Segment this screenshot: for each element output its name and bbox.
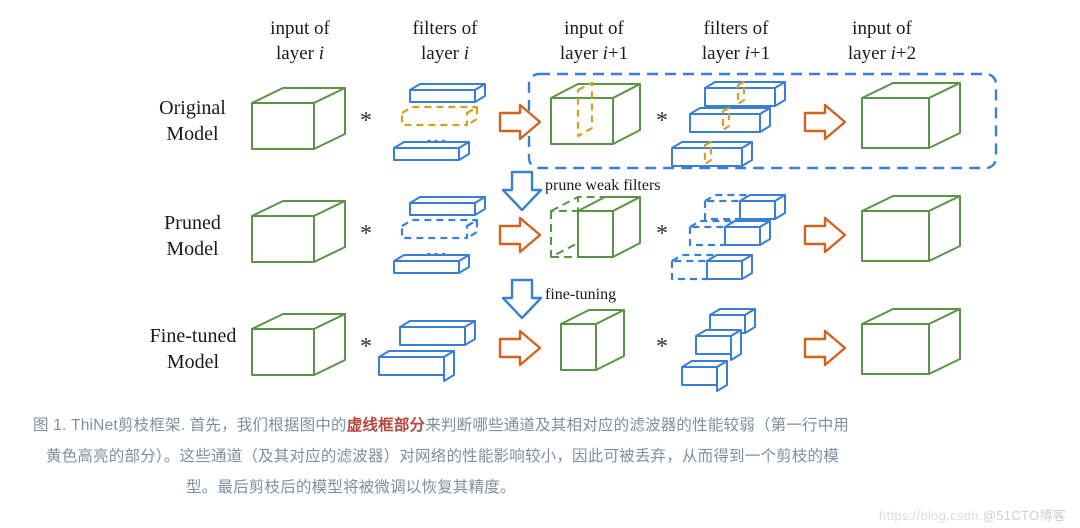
convolution-operator-row1-a: * [360, 108, 372, 134]
arrow-right-row1-b [803, 103, 847, 141]
arrow-right-row2-a [498, 216, 542, 254]
filter-slab-row2b-top [703, 193, 786, 221]
filter-slab-row3b-bottom [681, 360, 728, 392]
cube-input-layer-i-row3 [251, 313, 346, 376]
filter-slab-row1b-bottom [671, 140, 753, 167]
convolution-operator-row3-a: * [360, 334, 372, 360]
diagram-canvas: .g { fill:#ffffff; stroke:#5b9447; strok… [251, 72, 998, 392]
convolution-operator-row2-a: * [360, 221, 372, 247]
watermark: https://blog.csdn.@51CTO博客 [879, 505, 1066, 524]
arrow-right-row3-b [803, 329, 847, 367]
caption-line-3: 型。最后剪枝后的模型将被微调以恢复其精度。 [186, 479, 516, 496]
arrow-right-row1-a [498, 103, 542, 141]
cube-input-layer-i-row2 [251, 200, 346, 263]
watermark-url: https://blog.csdn. [879, 508, 983, 523]
filter-slab-row1-weak-highlight [400, 105, 479, 127]
cube-input-layer-i1-row2-pruned [550, 196, 641, 258]
convolution-operator-row1-b: * [656, 108, 668, 134]
filter-slab-row2-bottom [393, 254, 470, 274]
caption-emphasis: 虚线框部分 [346, 417, 426, 434]
filter-slab-row2-top [409, 196, 486, 216]
cube-input-layer-i-row1 [251, 87, 346, 150]
filter-slab-row1b-top [704, 80, 786, 107]
cube-input-layer-i1-row3 [560, 309, 625, 371]
arrow-right-row3-a [498, 329, 542, 367]
caption-line-1: 图 1. ThiNet剪枝框架. 首先，我们根据图中的虚线框部分来判断哪些通道及… [33, 410, 849, 441]
cube-input-layer-i1-row1 [550, 81, 641, 145]
watermark-handle: @51CTO博客 [982, 508, 1066, 523]
filter-slab-row1-bottom [393, 141, 470, 161]
cube-input-layer-i2-row2 [861, 195, 961, 262]
thinet-diagram: input of layer i filters of layer i inpu… [0, 0, 1080, 400]
filter-slab-row2b-mid [688, 219, 771, 247]
cube-input-layer-i2-row3 [861, 308, 961, 375]
caption-line1-part-b: 来判断哪些通道及其相对应的滤波器的性能较弱（第一行中用 [425, 417, 850, 434]
filter-slab-row1b-mid [689, 106, 771, 133]
arrow-down-prune [501, 170, 543, 212]
convolution-operator-row2-b: * [656, 221, 668, 247]
arrow-down-finetune [501, 278, 543, 320]
filter-slab-row2b-bottom [670, 253, 753, 281]
convolution-operator-row3-b: * [656, 334, 668, 360]
arrow-right-row2-b [803, 216, 847, 254]
caption-line1-part-a: 图 1. ThiNet剪枝框架. 首先，我们根据图中的 [33, 417, 347, 434]
cube-input-layer-i2-row1 [861, 82, 961, 149]
figure-page: input of layer i filters of layer i inpu… [0, 0, 1080, 528]
filter-slab-row2-pruned [400, 218, 479, 240]
filter-slab-row3-bottom [378, 350, 455, 382]
filter-slab-row1-top [409, 83, 486, 103]
caption-line-2: 黄色高亮的部分）。这些通道（及其对应的滤波器）对网络的性能影响较小，因此可被丢弃… [46, 448, 839, 465]
